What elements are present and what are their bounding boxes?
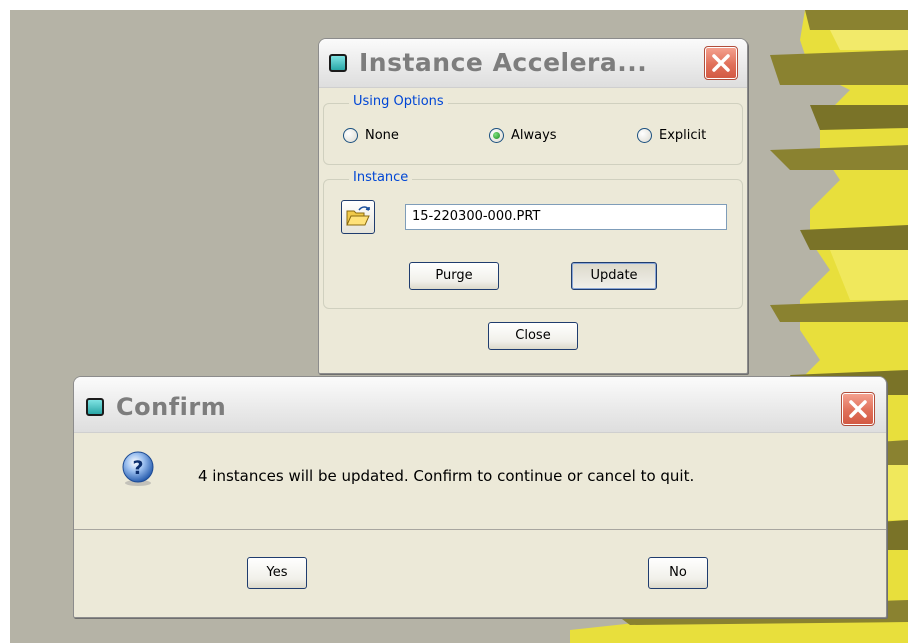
instance-accelerator-dialog: Instance Accelera... Using Options None … bbox=[318, 38, 748, 374]
app-cube-icon bbox=[86, 398, 104, 416]
purge-button[interactable]: Purge bbox=[409, 262, 499, 290]
app-cube-icon bbox=[329, 54, 347, 72]
radio-none-indicator[interactable] bbox=[343, 128, 358, 143]
dialog-title: Instance Accelera... bbox=[359, 48, 648, 77]
using-options-legend: Using Options bbox=[349, 94, 448, 109]
radio-none-label: None bbox=[365, 128, 399, 143]
dialog-title: Confirm bbox=[116, 393, 227, 421]
no-button[interactable]: No bbox=[648, 557, 708, 589]
confirm-dialog: Confirm ? 4 instances will be updated. C… bbox=[73, 376, 887, 618]
titlebar[interactable]: Instance Accelera... bbox=[319, 39, 747, 88]
close-button[interactable]: Close bbox=[488, 322, 578, 350]
screen: Instance Accelera... Using Options None … bbox=[0, 0, 908, 643]
svg-text:?: ? bbox=[132, 457, 143, 479]
confirm-message: 4 instances will be updated. Confirm to … bbox=[198, 467, 695, 485]
open-folder-icon bbox=[346, 206, 370, 226]
radio-always-label: Always bbox=[511, 128, 557, 143]
radio-explicit-indicator[interactable] bbox=[637, 128, 652, 143]
open-folder-button[interactable] bbox=[341, 200, 375, 234]
radio-always-indicator[interactable] bbox=[489, 128, 504, 143]
question-mark-icon: ? bbox=[122, 451, 154, 486]
instance-legend: Instance bbox=[349, 170, 413, 185]
yes-button[interactable]: Yes bbox=[247, 557, 307, 589]
close-icon[interactable] bbox=[704, 46, 738, 80]
close-icon[interactable] bbox=[841, 392, 875, 426]
instance-name-input[interactable]: 15-220300-000.PRT bbox=[405, 204, 727, 230]
update-button[interactable]: Update bbox=[571, 262, 657, 290]
message-area: ? 4 instances will be updated. Confirm t… bbox=[74, 433, 886, 530]
titlebar[interactable]: Confirm bbox=[74, 377, 886, 433]
radio-explicit-label: Explicit bbox=[659, 128, 707, 143]
instance-group bbox=[323, 179, 743, 309]
